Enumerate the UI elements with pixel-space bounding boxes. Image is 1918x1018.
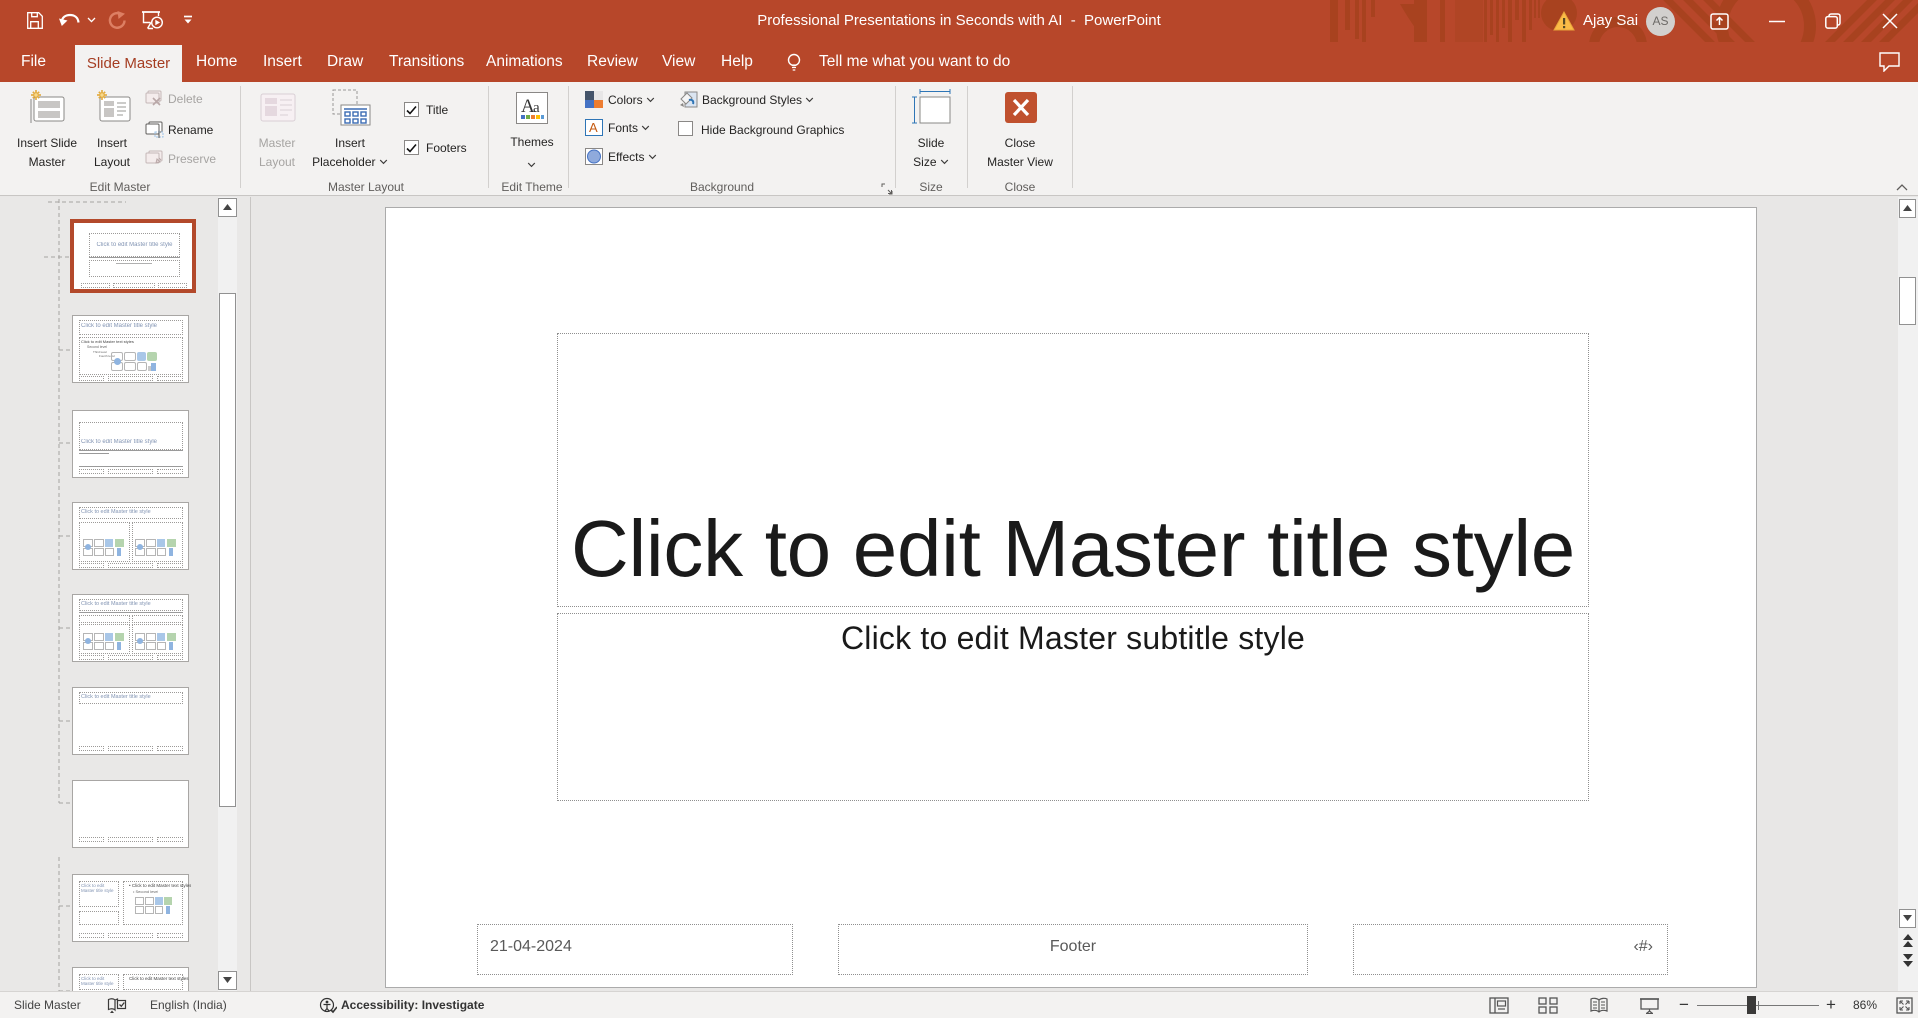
svg-text:a: a: [533, 100, 540, 116]
svg-text:A: A: [589, 120, 598, 135]
